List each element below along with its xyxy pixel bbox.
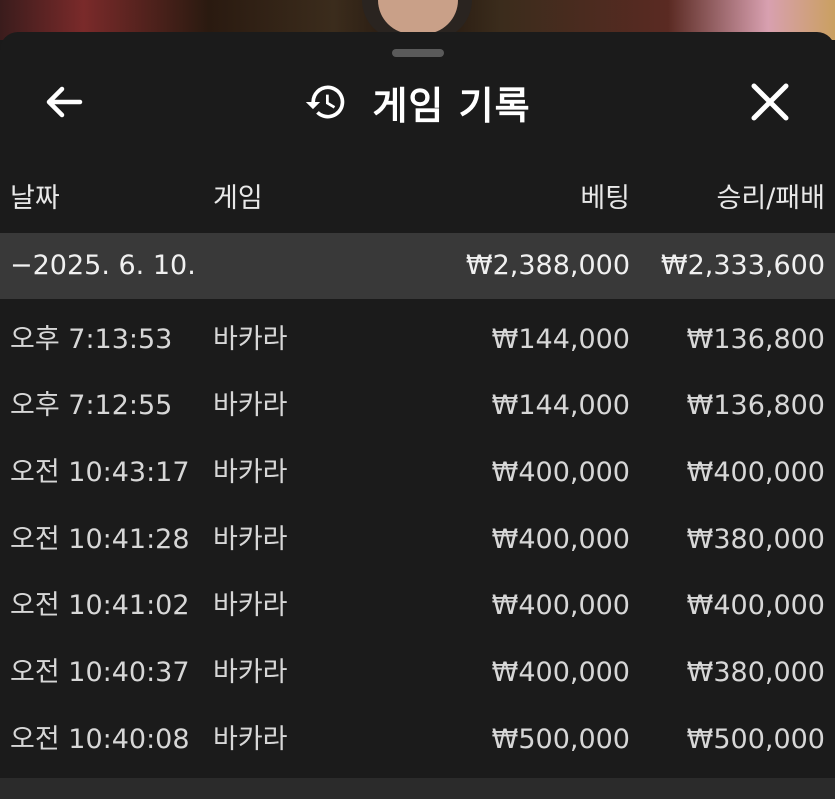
group-date: −2025. 6. 10. [10, 250, 196, 281]
next-group-row[interactable] [0, 778, 835, 799]
row-bet: ₩144,000 [491, 324, 630, 355]
row-time: 오전 10:43:17 [10, 457, 190, 488]
row-game: 바카라 [213, 324, 288, 355]
row-game: 바카라 [213, 524, 288, 555]
table-row[interactable]: 오전 10:41:02 바카라 ₩400,000 ₩400,000 [0, 573, 835, 639]
table-row[interactable]: 오전 10:43:17 바카라 ₩400,000 ₩400,000 [0, 440, 835, 506]
group-win-total: ₩2,333,600 [660, 250, 825, 281]
row-time: 오전 10:40:37 [10, 657, 190, 688]
row-time: 오전 10:41:28 [10, 524, 190, 555]
table-row[interactable]: 오후 7:13:53 바카라 ₩144,000 ₩136,800 [0, 307, 835, 373]
drag-handle[interactable] [392, 49, 444, 57]
back-button[interactable] [40, 80, 88, 124]
row-time: 오후 7:13:53 [10, 324, 173, 355]
row-win: ₩400,000 [686, 457, 825, 488]
row-bet: ₩500,000 [491, 724, 630, 755]
close-button[interactable] [746, 80, 794, 124]
sheet-header: 게임 기록 [0, 62, 835, 142]
row-bet: ₩400,000 [491, 524, 630, 555]
game-history-sheet: 게임 기록 날짜 게임 베팅 승리/패배 −2025. 6. 10. ₩2,38… [0, 32, 835, 799]
row-game: 바카라 [213, 657, 288, 688]
table-row[interactable]: 오전 10:40:37 바카라 ₩400,000 ₩380,000 [0, 640, 835, 706]
history-icon [306, 85, 345, 119]
row-win: ₩380,000 [686, 657, 825, 688]
column-win-loss[interactable]: 승리/패배 [717, 174, 825, 224]
row-bet: ₩400,000 [491, 657, 630, 688]
row-time: 오후 7:12:55 [10, 390, 173, 421]
row-bet: ₩144,000 [491, 390, 630, 421]
arrow-left-icon [46, 86, 83, 118]
table-header: 날짜 게임 베팅 승리/패배 [0, 174, 835, 224]
column-bet[interactable]: 베팅 [580, 174, 630, 224]
date-group-row[interactable]: −2025. 6. 10. ₩2,388,000 ₩2,333,600 [0, 233, 835, 299]
row-game: 바카라 [213, 457, 288, 488]
table-row[interactable]: 오후 7:12:55 바카라 ₩144,000 ₩136,800 [0, 373, 835, 439]
row-bet: ₩400,000 [491, 590, 630, 621]
row-game: 바카라 [213, 590, 288, 621]
row-time: 오전 10:40:08 [10, 724, 190, 755]
row-win: ₩380,000 [686, 524, 825, 555]
title-group: 게임 기록 [0, 62, 835, 142]
row-win: ₩500,000 [686, 724, 825, 755]
row-game: 바카라 [213, 390, 288, 421]
group-bet-total: ₩2,388,000 [465, 250, 630, 281]
row-win: ₩400,000 [686, 590, 825, 621]
table-row[interactable]: 오전 10:40:08 바카라 ₩500,000 ₩500,000 [0, 707, 835, 773]
row-game: 바카라 [213, 724, 288, 755]
column-game[interactable]: 게임 [213, 174, 263, 224]
row-win: ₩136,800 [686, 324, 825, 355]
row-win: ₩136,800 [686, 390, 825, 421]
close-icon [751, 83, 789, 121]
row-bet: ₩400,000 [491, 457, 630, 488]
page-title: 게임 기록 [372, 83, 531, 128]
row-time: 오전 10:41:02 [10, 590, 190, 621]
column-date[interactable]: 날짜 [10, 174, 60, 224]
table-row[interactable]: 오전 10:41:28 바카라 ₩400,000 ₩380,000 [0, 507, 835, 573]
